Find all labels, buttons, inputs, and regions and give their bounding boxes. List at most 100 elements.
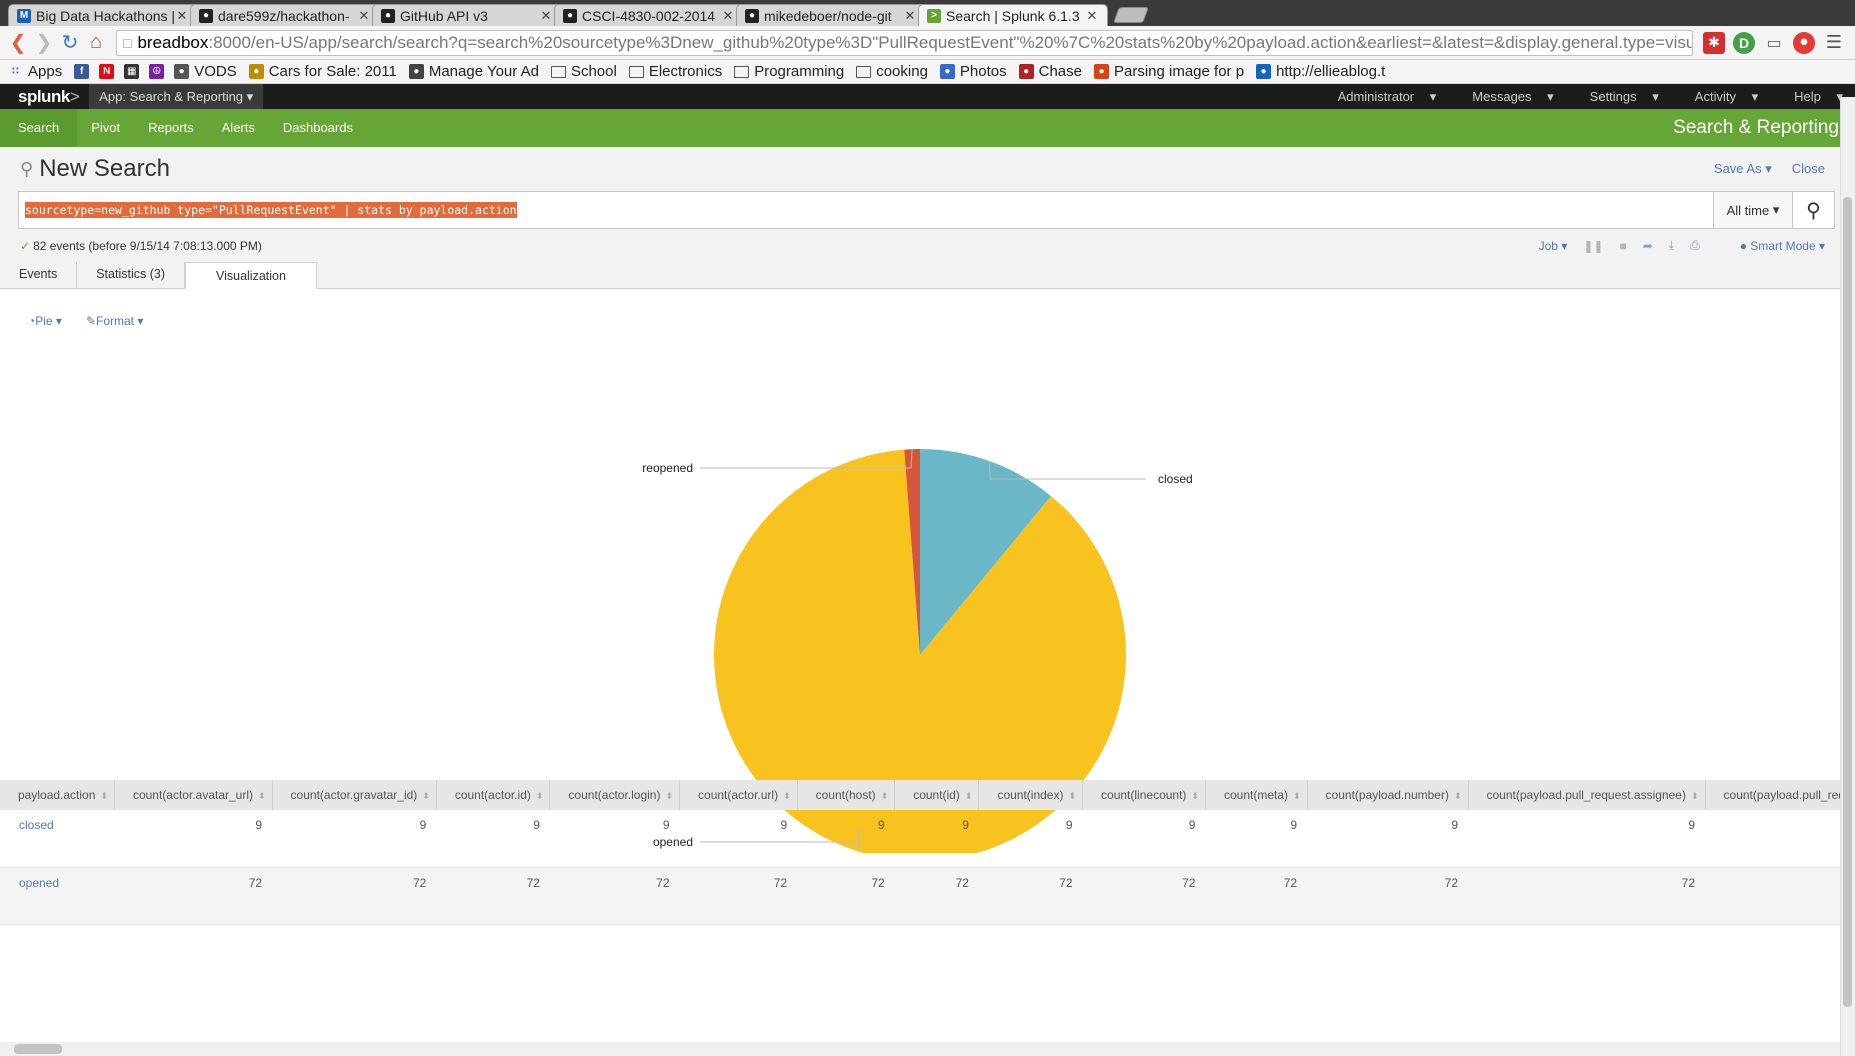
tab-statistics[interactable]: Statistics (3) <box>77 261 185 288</box>
extension-icon-3[interactable]: ⚫ <box>1793 31 1815 54</box>
share-icon[interactable]: ➦ <box>1643 239 1653 253</box>
bookmark-item[interactable]: School <box>550 63 617 80</box>
job-menu[interactable]: Job ▾ <box>1539 239 1568 253</box>
column-header[interactable]: count(actor.avatar_url) ⬍ <box>114 780 273 810</box>
bookmark-item[interactable]: ● http://ellieablog.t <box>1256 63 1385 80</box>
sort-icon[interactable]: ⬍ <box>881 791 889 801</box>
column-header[interactable]: count(actor.login) ⬍ <box>549 780 681 810</box>
close-tab-icon[interactable]: ✕ <box>539 8 553 24</box>
close-tab-icon[interactable]: ✕ <box>903 8 917 24</box>
column-header[interactable]: count(id) ⬍ <box>894 780 980 810</box>
horizontal-scrollbar[interactable] <box>0 1042 1840 1056</box>
browser-tab[interactable]: ● GitHub API v3 ✕ <box>372 4 562 26</box>
extension-icon-2[interactable]: D <box>1733 31 1755 54</box>
viz-type-menu[interactable]: ◔Pie ▾ <box>28 314 62 328</box>
search-input[interactable]: sourcetype=new_github type="PullRequestE… <box>18 191 1713 229</box>
bookmark-item[interactable]: ● Photos <box>939 63 1007 80</box>
splunk-logo[interactable]: splunk> <box>0 87 89 107</box>
vertical-scrollbar[interactable] <box>1840 97 1855 1056</box>
bookmark-icon[interactable]: N <box>99 64 115 79</box>
search-query[interactable]: sourcetype=new_github type="PullRequestE… <box>25 202 517 218</box>
column-header[interactable]: count(payload.pull_request.body)⬍ <box>1705 780 1855 810</box>
extension-icon-1[interactable]: ✱ <box>1703 31 1725 54</box>
back-icon[interactable]: ❮ <box>6 31 30 55</box>
menu-icon[interactable]: ☰ <box>1823 32 1845 54</box>
bookmark-icon[interactable]: f <box>74 64 90 79</box>
top-menu-activity[interactable]: Activity ▾ <box>1671 89 1770 105</box>
sort-icon[interactable]: ⬍ <box>258 791 266 801</box>
bookmark-item[interactable]: ● Parsing image for p <box>1093 63 1244 80</box>
sort-icon[interactable]: ⬍ <box>422 791 430 801</box>
bookmark-item[interactable]: ● Chase <box>1018 63 1082 80</box>
vertical-scroll-thumb[interactable] <box>1843 197 1852 1007</box>
nav-alerts[interactable]: Alerts <box>208 109 269 147</box>
export-icon[interactable]: ⤓ <box>1669 238 1674 253</box>
close-button[interactable]: Close <box>1792 161 1825 177</box>
bookmark-icon[interactable]: ▦ <box>124 64 140 79</box>
new-tab-button[interactable] <box>1113 7 1149 23</box>
sort-icon[interactable]: ⬍ <box>1191 791 1199 801</box>
time-range-picker[interactable]: All time ▾ <box>1713 191 1793 229</box>
bookmark-item[interactable]: Programming <box>734 63 844 80</box>
pause-icon[interactable]: ❚❚ <box>1583 239 1603 253</box>
column-header[interactable]: count(index) ⬍ <box>978 780 1084 810</box>
home-icon[interactable]: ⌂ <box>84 31 108 55</box>
close-tab-icon[interactable]: ✕ <box>1085 8 1099 24</box>
row-label[interactable]: opened <box>0 867 115 925</box>
bookmark-icon[interactable]: ☮ <box>149 64 165 79</box>
close-tab-icon[interactable]: ✕ <box>721 8 735 24</box>
close-tab-icon[interactable]: ✕ <box>357 8 371 24</box>
column-header[interactable]: count(actor.url) ⬍ <box>679 780 798 810</box>
top-menu-administrator[interactable]: Administrator ▾ <box>1314 89 1449 105</box>
search-submit-button[interactable]: ⚲ <box>1793 191 1835 229</box>
browser-tab[interactable]: ● CSCI-4830-002-2014 ✕ <box>554 4 744 26</box>
save-as-button[interactable]: Save As ▾ <box>1714 161 1772 177</box>
sort-icon[interactable]: ⬍ <box>665 791 673 801</box>
sort-icon[interactable]: ⬍ <box>783 791 791 801</box>
search-mode-menu[interactable]: ● Smart Mode ▾ <box>1740 239 1825 253</box>
bookmark-item[interactable]: Electronics <box>628 63 722 80</box>
tab-events[interactable]: Events <box>0 261 78 288</box>
sort-icon[interactable]: ⬍ <box>1454 791 1462 801</box>
forward-icon[interactable]: ❯ <box>32 31 56 55</box>
app-menu[interactable]: App: Search & Reporting ▾ <box>89 84 264 109</box>
browser-tab[interactable]: ● dare599z/hackathon- ✕ <box>190 4 380 26</box>
row-label[interactable]: closed <box>0 810 115 868</box>
bookmark-item[interactable]: ∷ Apps <box>8 63 62 80</box>
sort-icon[interactable]: ⬍ <box>1293 791 1301 801</box>
browser-tab[interactable]: ● mikedeboer/node-git ✕ <box>736 4 926 26</box>
column-header[interactable]: count(payload.pull_request.assignee) ⬍ <box>1468 780 1706 810</box>
horizontal-scroll-thumb[interactable] <box>14 1044 62 1054</box>
print-icon[interactable]: ⎙ <box>1690 238 1700 253</box>
top-menu-settings[interactable]: Settings ▾ <box>1566 89 1671 105</box>
column-header[interactable]: count(actor.gravatar_id) ⬍ <box>272 780 437 810</box>
sort-icon[interactable]: ⬍ <box>1068 791 1076 801</box>
bookmark-item[interactable]: ● VODS <box>174 63 237 80</box>
sort-icon[interactable]: ⬍ <box>536 791 544 801</box>
reload-icon[interactable]: ↻ <box>58 31 82 55</box>
nav-reports[interactable]: Reports <box>134 109 208 147</box>
browser-tab[interactable]: M Big Data Hackathons | ✕ <box>8 4 198 26</box>
tab-visualization[interactable]: Visualization <box>184 262 317 289</box>
bookmark-item[interactable]: ● Manage Your Ad <box>408 63 539 80</box>
nav-pivot[interactable]: Pivot <box>77 109 134 147</box>
bookmark-item[interactable]: ● Cars for Sale: 2011 <box>248 63 397 80</box>
sort-icon[interactable]: ⬍ <box>965 791 973 801</box>
bookmark-item[interactable]: cooking <box>856 63 928 80</box>
column-header[interactable]: count(meta) ⬍ <box>1205 780 1308 810</box>
nav-dashboards[interactable]: Dashboards <box>269 109 367 147</box>
browser-tab[interactable]: > Search | Splunk 6.1.3 ✕ <box>918 4 1108 26</box>
sort-icon[interactable]: ⬍ <box>100 791 108 801</box>
address-bar[interactable]: □ breadbox:8000/en-US/app/search/search?… <box>116 29 1693 56</box>
format-menu[interactable]: ✎Format ▾ <box>86 314 143 328</box>
top-menu-messages[interactable]: Messages ▾ <box>1448 89 1565 105</box>
nav-search[interactable]: Search <box>0 109 78 147</box>
column-header[interactable]: count(actor.id) ⬍ <box>436 780 551 810</box>
close-tab-icon[interactable]: ✕ <box>175 8 189 24</box>
column-header[interactable]: count(linecount) ⬍ <box>1082 780 1206 810</box>
cast-icon[interactable]: ▭ <box>1763 32 1785 54</box>
stop-icon[interactable]: ■ <box>1619 239 1626 253</box>
column-header[interactable]: count(host) ⬍ <box>797 780 896 810</box>
sort-icon[interactable]: ⬍ <box>1691 791 1699 801</box>
column-header[interactable]: count(payload.number) ⬍ <box>1307 780 1469 810</box>
